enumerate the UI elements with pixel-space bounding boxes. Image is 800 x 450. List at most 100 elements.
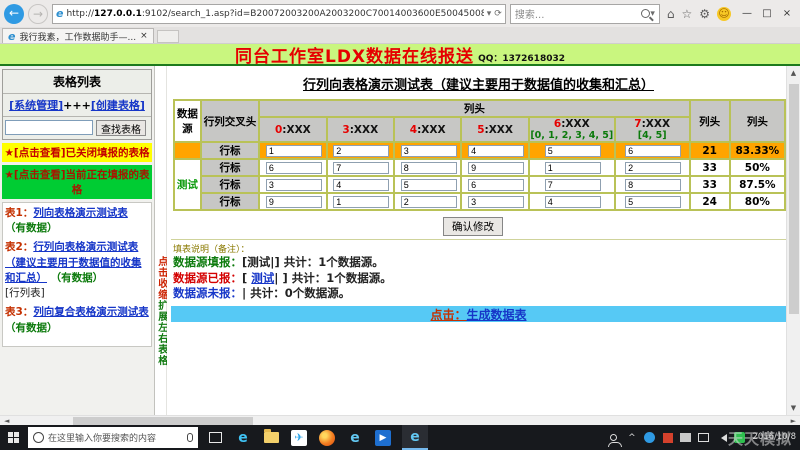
refresh-icon[interactable]: ⟳ <box>494 9 502 19</box>
clock[interactable]: 2016/10/8 <box>752 433 796 442</box>
display-tray-icon[interactable] <box>698 432 709 443</box>
cell-input[interactable] <box>625 179 681 191</box>
cell-input[interactable] <box>333 162 389 174</box>
cell-input[interactable] <box>625 196 681 208</box>
messenger-icon[interactable]: ✈ <box>290 429 308 447</box>
close-button[interactable]: × <box>778 5 796 23</box>
firefox-icon[interactable] <box>318 429 336 447</box>
list-item: 表1：列向表格演示测试表 （有数据） <box>5 206 149 236</box>
wechat-tray-icon[interactable] <box>734 432 745 443</box>
tray-expand-icon[interactable]: ^ <box>626 432 637 443</box>
cell-input[interactable] <box>401 145 457 157</box>
cell-input[interactable] <box>401 162 457 174</box>
browser-search-box[interactable]: 搜索... ▾ <box>510 4 660 24</box>
link-separator: +++ <box>63 99 91 112</box>
panel-splitter[interactable]: 点击收缩 扩展左右表格 <box>155 66 167 415</box>
cell-input[interactable] <box>545 196 601 208</box>
active-ie-window-button[interactable]: e <box>402 425 428 450</box>
table-number: 表2： <box>5 241 33 253</box>
row-sum: 33 <box>691 177 729 192</box>
cell-input[interactable] <box>266 145 322 157</box>
system-admin-link[interactable]: [系统管理] <box>9 99 63 112</box>
microphone-icon[interactable] <box>187 433 193 442</box>
row-label: 行标 <box>202 194 258 209</box>
cell-input[interactable] <box>545 162 601 174</box>
cell-input[interactable] <box>266 179 322 191</box>
address-bar[interactable]: e http://127.0.0.1:9102/search_1.asp?id=… <box>52 4 506 24</box>
generate-table-link[interactable]: 生成数据表 <box>467 308 527 322</box>
favorites-star-icon[interactable]: ☆ <box>681 7 692 21</box>
forward-button[interactable]: → <box>28 4 48 24</box>
active-tables-notice[interactable]: ★[点击查看]当前正在填报的表格 <box>2 165 152 199</box>
tray-red-app-icon[interactable] <box>662 432 673 443</box>
scroll-right-icon[interactable]: ► <box>787 417 800 425</box>
table-list: 表1：列向表格演示测试表 （有数据） 表2：行列向表格演示测试表（建议主要用于数… <box>2 202 152 347</box>
minimize-button[interactable]: — <box>738 5 756 23</box>
click-prefix: 点击： <box>430 308 466 322</box>
column-header: 7:XXX[4, 5] <box>616 118 689 141</box>
user-tray-icon[interactable] <box>608 432 619 443</box>
file-explorer-icon[interactable] <box>262 429 280 447</box>
back-button[interactable]: ← <box>4 4 24 24</box>
cell-input[interactable] <box>333 145 389 157</box>
url-dropdown-icon[interactable]: ▾ <box>487 9 492 19</box>
volume-icon[interactable] <box>716 432 727 443</box>
tray-folder-icon[interactable] <box>680 432 691 443</box>
new-tab-button[interactable] <box>157 30 179 43</box>
settings-gear-icon[interactable]: ⚙ <box>699 7 710 21</box>
row-percent: 80% <box>731 194 784 209</box>
system-tray: ^ 2016/10/8 <box>608 425 798 450</box>
site-banner: 同台工作室LDX数据在线报送 QQ：1372618032 <box>0 44 800 66</box>
cell-input[interactable] <box>468 196 524 208</box>
create-table-link[interactable]: [创建表格] <box>91 99 145 112</box>
table-1-link[interactable]: 列向表格演示测试表 <box>33 207 128 219</box>
reported-datasource-link[interactable]: 测试 <box>251 271 274 285</box>
cell-input[interactable] <box>625 145 681 157</box>
video-app-icon[interactable]: ▶ <box>374 429 392 447</box>
cell-input[interactable] <box>266 162 322 174</box>
scroll-down-icon[interactable]: ▼ <box>791 401 796 415</box>
scroll-left-icon[interactable]: ◄ <box>0 417 13 425</box>
column-header: 4:XXX <box>395 118 460 141</box>
horizontal-scroll-thumb[interactable] <box>73 417 253 425</box>
start-button[interactable] <box>0 425 28 450</box>
main-panel: 行列向表格演示测试表（建议主要用于数据值的收集和汇总） 数据源 行列交叉头 列头 <box>167 66 786 415</box>
ie-icon[interactable]: e <box>346 429 364 447</box>
vertical-scroll-thumb[interactable] <box>789 84 799 314</box>
row-label: 行标 <box>202 177 258 192</box>
page-area: 同台工作室LDX数据在线报送 QQ：1372618032 表格列表 [系统管理]… <box>0 44 800 415</box>
tab-close-icon[interactable]: × <box>140 31 148 41</box>
find-table-button[interactable]: 查找表格 <box>96 120 146 136</box>
search-icon[interactable] <box>641 9 650 18</box>
scroll-up-icon[interactable]: ▲ <box>791 66 796 80</box>
table-3-link[interactable]: 列向复合表格演示测试表 <box>33 306 149 318</box>
task-view-icon[interactable] <box>206 429 224 447</box>
generate-table-bar[interactable]: 点击：生成数据表 <box>171 306 786 322</box>
closed-tables-notice[interactable]: ★[点击查看]已关闭填报的表格 <box>2 143 152 162</box>
cell-input[interactable] <box>333 196 389 208</box>
vertical-scrollbar[interactable]: ▲ ▼ <box>786 66 800 415</box>
taskbar-search-box[interactable]: 在这里输入你要搜索的内容 <box>28 427 198 448</box>
tray-blue-app-icon[interactable] <box>644 432 655 443</box>
column-header: 3:XXX <box>328 118 393 141</box>
cell-input[interactable] <box>401 196 457 208</box>
cell-input[interactable] <box>333 179 389 191</box>
table-search-input[interactable] <box>5 120 93 135</box>
cell-input[interactable] <box>266 196 322 208</box>
cell-input[interactable] <box>545 145 601 157</box>
cell-input[interactable] <box>468 179 524 191</box>
browser-tab[interactable]: e 我行我素，工作数据助手—... × <box>2 28 154 43</box>
cell-input[interactable] <box>625 162 681 174</box>
edge-icon[interactable]: e <box>234 429 252 447</box>
horizontal-scrollbar[interactable]: ◄ ► <box>0 415 800 425</box>
cell-input[interactable] <box>401 179 457 191</box>
feedback-smiley-icon[interactable]: ☺ <box>717 7 731 21</box>
home-icon[interactable]: ⌂ <box>667 7 675 21</box>
confirm-modify-button[interactable]: 确认修改 <box>443 217 503 236</box>
url-text[interactable]: http://127.0.0.1:9102/search_1.asp?id=B2… <box>66 9 483 19</box>
cell-input[interactable] <box>468 145 524 157</box>
cell-input[interactable] <box>545 179 601 191</box>
maximize-button[interactable]: □ <box>758 5 776 23</box>
cell-input[interactable] <box>468 162 524 174</box>
row-percent: 50% <box>731 160 784 175</box>
